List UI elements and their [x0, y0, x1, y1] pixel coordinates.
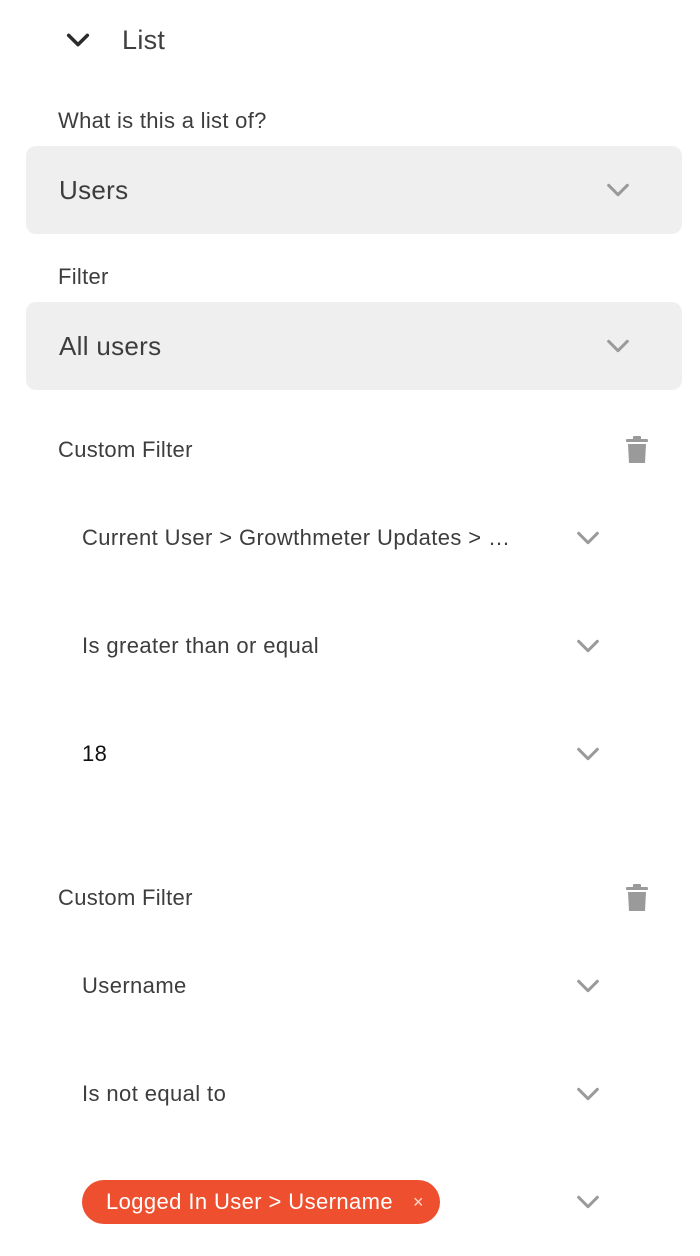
- filter-select[interactable]: All users: [26, 302, 682, 390]
- custom-filter-operator: Is greater than or equal: [82, 633, 320, 658]
- custom-filter-header: Custom Filter: [58, 880, 648, 916]
- chevron-down-icon: [577, 1195, 599, 1209]
- chevron-down-icon: [577, 747, 599, 761]
- list-of-select[interactable]: Users: [26, 146, 682, 234]
- custom-filter-field: Current User > Growthmeter Updates > …: [82, 525, 511, 550]
- custom-filter-field: Username: [82, 973, 187, 998]
- custom-filter-operator-select[interactable]: Is greater than or equal: [82, 626, 612, 666]
- value-tag: Logged In User > Username ×: [82, 1180, 440, 1224]
- custom-filter-field-select[interactable]: Current User > Growthmeter Updates > …: [82, 518, 612, 558]
- value-tag-label: Logged In User > Username: [106, 1189, 393, 1214]
- chevron-down-icon: [66, 33, 90, 47]
- trash-icon[interactable]: [626, 436, 648, 464]
- custom-filter-value-select[interactable]: Logged In User > Username ×: [82, 1180, 612, 1224]
- custom-filter-value-select[interactable]: 18: [82, 734, 612, 774]
- list-section-toggle[interactable]: List: [64, 18, 165, 62]
- custom-filter-header: Custom Filter: [58, 432, 648, 468]
- custom-filter-title: Custom Filter: [58, 437, 193, 462]
- chevron-down-icon: [577, 531, 599, 545]
- chevron-down-icon: [607, 183, 629, 197]
- trash-icon[interactable]: [626, 884, 648, 912]
- filter-value: All users: [59, 330, 162, 361]
- custom-filter-operator-select[interactable]: Is not equal to: [82, 1074, 612, 1114]
- custom-filter-value: 18: [82, 741, 108, 766]
- section-title: List: [122, 24, 166, 55]
- close-icon[interactable]: ×: [413, 1192, 424, 1213]
- chevron-down-icon: [577, 979, 599, 993]
- list-of-label: What is this a list of?: [58, 108, 267, 133]
- custom-filter-field-select[interactable]: Username: [82, 966, 612, 1006]
- chevron-down-icon: [607, 339, 629, 353]
- custom-filter-operator: Is not equal to: [82, 1081, 227, 1106]
- chevron-down-icon: [577, 639, 599, 653]
- list-of-value: Users: [59, 174, 129, 205]
- custom-filter-title: Custom Filter: [58, 885, 193, 910]
- filter-label: Filter: [58, 264, 109, 289]
- chevron-down-icon: [577, 1087, 599, 1101]
